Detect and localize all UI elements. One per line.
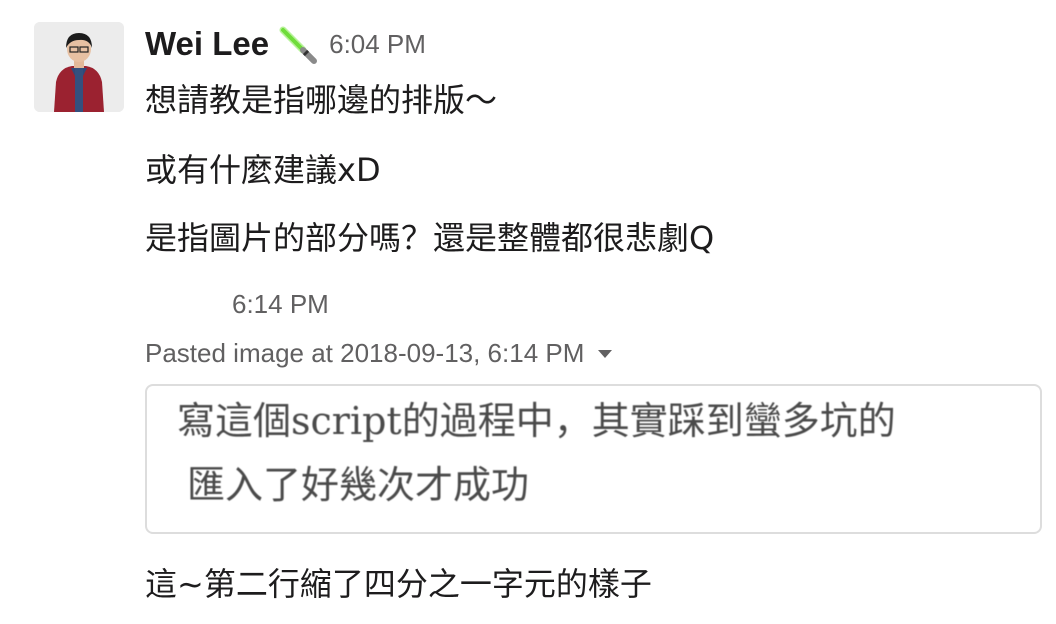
message-line: 這~第二行縮了四分之一字元的樣子: [145, 565, 652, 603]
image-text-line: 寫這個script的過程中，其實踩到蠻多坑的: [177, 399, 896, 443]
message-line: 或有什麼建議xD: [145, 151, 381, 189]
message-header: Wei Lee 6:04 PM: [145, 20, 426, 68]
caret-down-icon[interactable]: [598, 350, 613, 358]
avatar[interactable]: [34, 22, 124, 112]
message-timestamp[interactable]: 6:04 PM: [329, 29, 426, 60]
lightsaber-icon: [277, 24, 319, 64]
message-line: 想請教是指哪邊的排版～: [145, 81, 498, 119]
attachment-header: Pasted image at 2018-09-13, 6:14 PM: [145, 336, 613, 370]
attachment-title[interactable]: Pasted image at 2018-09-13, 6:14 PM: [145, 338, 584, 369]
image-text-line: 匯入了好幾次才成功: [187, 463, 530, 507]
avatar-photo: [34, 22, 124, 112]
attachment-image[interactable]: 寫這個script的過程中，其實踩到蠻多坑的 匯入了好幾次才成功: [145, 384, 1042, 534]
author-name[interactable]: Wei Lee: [145, 25, 269, 63]
continuation-timestamp[interactable]: 6:14 PM: [232, 289, 329, 320]
message-line: 是指圖片的部分嗎？還是整體都很悲劇Q: [145, 219, 715, 257]
